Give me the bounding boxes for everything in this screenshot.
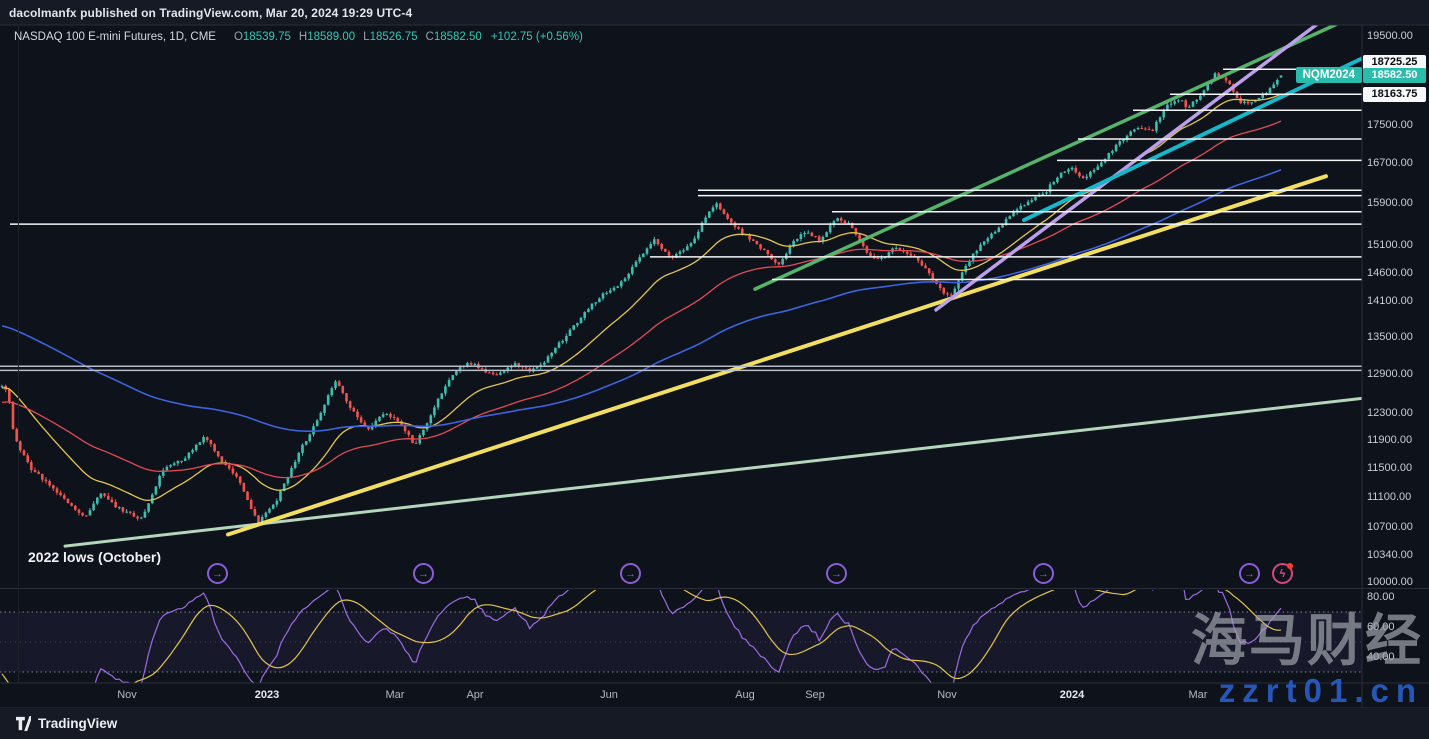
chart-legend: NASDAQ 100 E-mini Futures, 1D, CME O18539… [14, 31, 583, 43]
price-axis-label: 10000.00 [1367, 576, 1413, 588]
rsi-line [2, 572, 1281, 709]
price-axis-label: 16700.00 [1367, 157, 1413, 169]
time-axis-label: 2023 [255, 689, 279, 701]
timeline-marker-icon[interactable]: → [826, 563, 847, 584]
price-axis-label: 12300.00 [1367, 407, 1413, 419]
time-axis-label: Aug [735, 689, 755, 701]
footer-bar: TradingView [0, 708, 1429, 739]
price-axis-label: 12900.00 [1367, 368, 1413, 380]
publish-bar: dacolmanfx published on TradingView.com,… [0, 0, 1429, 25]
rsi-axis-label: 60.00 [1367, 621, 1395, 633]
price-axis-label: 11100.00 [1367, 491, 1411, 503]
ohlc-key: H [299, 31, 307, 43]
mint-long-term-support [65, 398, 1362, 546]
price-badge: 18582.50 [1363, 68, 1426, 83]
price-axis-label: 14100.00 [1367, 295, 1413, 307]
slow-ma-blue [2, 170, 1281, 432]
price-axis-label: 19500.00 [1367, 30, 1413, 42]
price-axis-label: 10700.00 [1367, 521, 1413, 533]
time-axis-label: Sep [805, 689, 825, 701]
timeline-marker-icon[interactable]: → [207, 563, 228, 584]
timeline-marker-icon[interactable]: → [413, 563, 434, 584]
tradingview-logo-icon [16, 716, 31, 731]
green-channel-line [755, 25, 1336, 290]
purple-steep-trend [936, 23, 1319, 310]
tradingview-brand-text: TradingView [38, 716, 117, 731]
timeline-marker-icon[interactable]: → [1239, 563, 1260, 584]
cyan-rising-support [1024, 57, 1366, 221]
ohlc-value: 18526.75 [370, 31, 418, 43]
ohlc-key: L [363, 31, 369, 43]
price-axis-label: 10340.00 [1367, 549, 1413, 561]
price-axis-label: 15100.00 [1367, 239, 1413, 251]
price-badge: 18725.25 [1363, 55, 1426, 70]
flash-alert-icon[interactable]: ϟ [1272, 563, 1293, 584]
rsi-pane[interactable] [0, 572, 1362, 717]
price-axis-label: 14600.00 [1367, 267, 1413, 279]
time-axis-label: Mar [1189, 689, 1208, 701]
rsi-axis-label: 80.00 [1367, 591, 1395, 603]
timeline-marker-icon[interactable]: → [620, 563, 641, 584]
price-chart-canvas [0, 0, 1429, 739]
symbol-title: NASDAQ 100 E-mini Futures, 1D, CME [14, 31, 216, 43]
fast-ma-yellow [2, 94, 1281, 500]
price-axis-label: 13500.00 [1367, 331, 1413, 343]
timeline-marker-icon[interactable]: → [1033, 563, 1054, 584]
notification-dot [1287, 563, 1293, 569]
publish-attribution-text: dacolmanfx published on TradingView.com,… [0, 6, 412, 20]
ohlc-value: 18539.75 [243, 31, 291, 43]
time-axis-label: Jun [600, 689, 618, 701]
published-chart-page: dacolmanfx published on TradingView.com,… [0, 0, 1429, 739]
watermark: 海马财经 zzrt01.cn [1191, 610, 1423, 710]
ohlc-key: O [234, 31, 243, 43]
time-axis-label: Nov [937, 689, 957, 701]
price-axis-label: 11900.00 [1367, 434, 1412, 446]
watermark-url-text: zzrt01.cn [1191, 672, 1423, 710]
mid-ma-red [2, 121, 1281, 478]
lows-annotation: 2022 lows (October) [28, 549, 161, 565]
price-axis-label: 15900.00 [1367, 197, 1413, 209]
ohlc-key: C [426, 31, 434, 43]
time-axis-label: 2024 [1060, 689, 1084, 701]
rsi-ma-line [2, 573, 1281, 716]
rsi-axis-label: 40.00 [1367, 651, 1395, 663]
price-badge: 18163.75 [1363, 87, 1426, 102]
main-pane[interactable] [0, 23, 1366, 546]
time-axis-label: Mar [386, 689, 405, 701]
price-axis-label: 11500.00 [1367, 462, 1412, 474]
time-axis-label: Nov [117, 689, 137, 701]
ohlc-value: 18582.50 [434, 31, 482, 43]
ohlc-value: 18589.00 [307, 31, 355, 43]
time-axis-label: Apr [466, 689, 483, 701]
series-symbol-badge: NQM2024 [1296, 67, 1362, 83]
watermark-cjk-text: 海马财经 [1191, 610, 1423, 672]
price-axis-label: 17500.00 [1367, 119, 1413, 131]
change-value: +102.75 (+0.56%) [491, 31, 583, 43]
yellow-major-uptrend [228, 176, 1326, 534]
tradingview-logo[interactable]: TradingView [0, 716, 117, 731]
